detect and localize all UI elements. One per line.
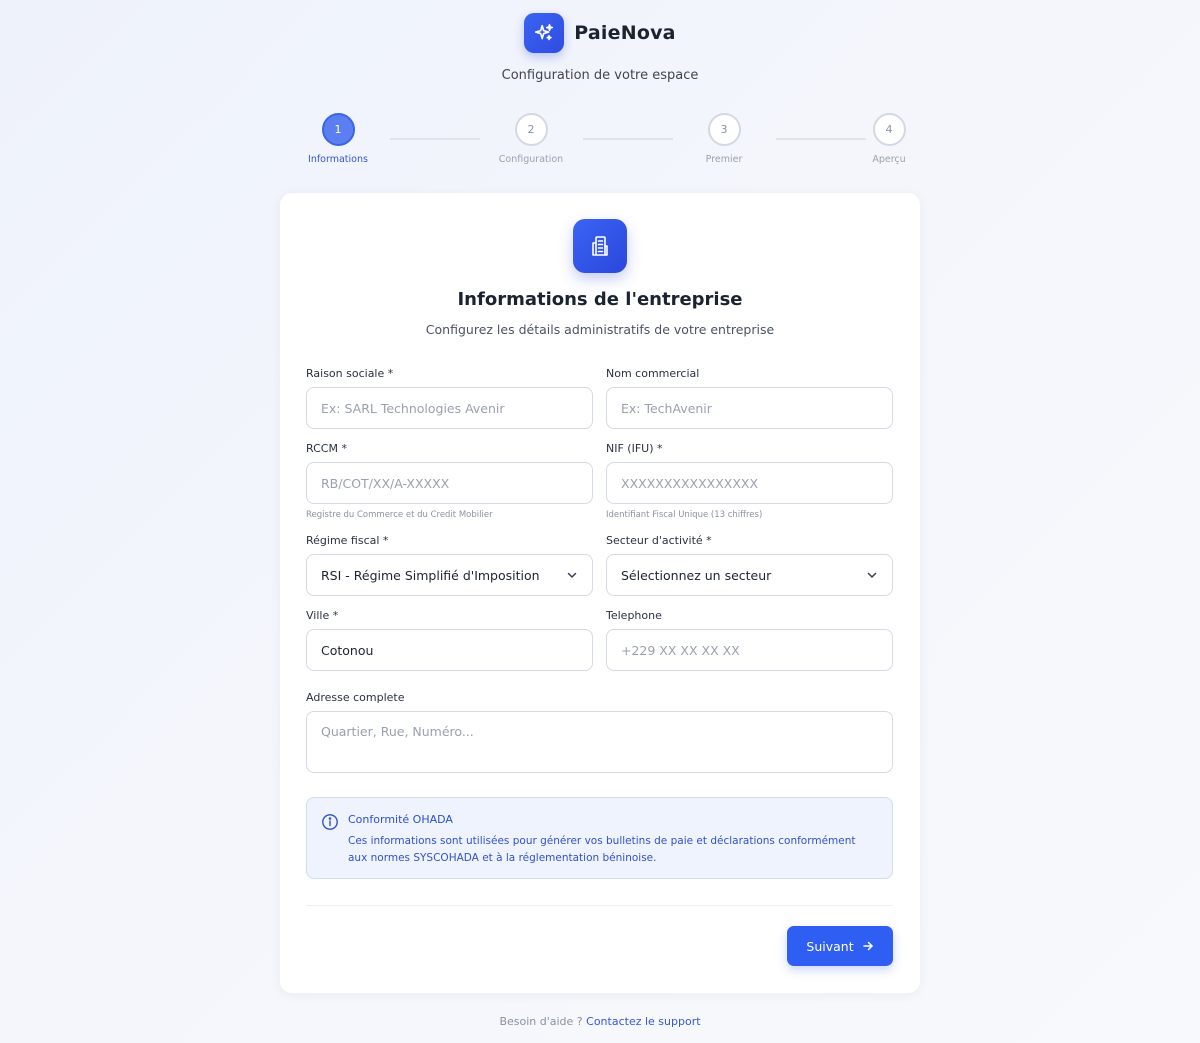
adresse-field: Adresse complete Quartier, Rue, Numéro..…	[306, 691, 893, 773]
next-button-label: Suivant	[806, 938, 854, 954]
field-label: Secteur d'activité *	[606, 534, 712, 547]
arrow-right-icon	[862, 941, 873, 951]
building-icon	[573, 219, 627, 273]
rccm-field: RCCM * RB/COT/XX/A-XXXXX Registre du Com…	[306, 442, 593, 520]
field-hint: Registre du Commerce et du Credit Mobili…	[306, 510, 493, 520]
step-informations[interactable]: 1 Informations	[293, 113, 383, 165]
step-number: 2	[514, 113, 548, 146]
notice-title: Conformité OHADA	[348, 813, 453, 826]
step-apercu[interactable]: 4 Aperçu	[844, 113, 934, 165]
brand-header: PaieNova	[0, 13, 1200, 53]
nif-input[interactable]: XXXXXXXXXXXXXXXX	[606, 462, 893, 504]
rccm-input[interactable]: RB/COT/XX/A-XXXXX	[306, 462, 593, 504]
field-label: Nom commercial	[606, 367, 700, 380]
nom-commercial-field: Nom commercial Ex: TechAvenir	[606, 367, 893, 429]
selected-value: Sélectionnez un secteur	[621, 567, 772, 583]
selected-value: RSI - Régime Simplifié d'Imposition	[321, 567, 540, 583]
chevron-down-icon	[567, 572, 577, 578]
ohada-notice: Conformité OHADA Ces informations sont u…	[306, 797, 893, 879]
raison-sociale-field: Raison sociale * Ex: SARL Technologies A…	[306, 367, 593, 429]
field-label: Raison sociale *	[306, 367, 394, 380]
step-configuration[interactable]: 2 Configuration	[486, 113, 576, 165]
brand-name: PaieNova	[574, 22, 676, 44]
secteur-field: Secteur d'activité * Sélectionnez un sec…	[606, 534, 893, 596]
step-number: 1	[321, 113, 355, 146]
secteur-select[interactable]: Sélectionnez un secteur	[606, 554, 893, 596]
regime-fiscal-select[interactable]: RSI - Régime Simplifié d'Imposition	[306, 554, 593, 596]
field-label: NIF (IFU) *	[606, 442, 663, 455]
regime-fiscal-field: Régime fiscal * RSI - Régime Simplifié d…	[306, 534, 593, 596]
ville-input[interactable]: Cotonou	[306, 629, 593, 671]
step-number: 3	[707, 113, 741, 146]
step-label: Premier	[705, 154, 743, 165]
field-label: Ville *	[306, 609, 339, 622]
contact-support-link[interactable]: Contactez le support	[586, 1015, 700, 1028]
help-text: Besoin d'aide ?	[499, 1015, 583, 1028]
next-button[interactable]: Suivant	[787, 926, 893, 966]
step-label: Informations	[308, 154, 368, 165]
page-subtitle: Configuration de votre espace	[501, 68, 699, 83]
step-label: Configuration	[498, 154, 564, 165]
step-premier[interactable]: 3 Premier	[679, 113, 769, 165]
step-label: Aperçu	[872, 154, 906, 165]
sparkles-icon	[524, 13, 565, 53]
adresse-textarea[interactable]: Quartier, Rue, Numéro...	[306, 711, 893, 773]
field-label: RCCM *	[306, 442, 347, 455]
field-label: Régime fiscal *	[306, 534, 389, 547]
card-title: Informations de l'entreprise	[457, 289, 743, 310]
chevron-down-icon	[867, 572, 877, 578]
divider	[306, 905, 893, 906]
step-connector	[583, 138, 673, 140]
field-hint: Identifiant Fiscal Unique (13 chiffres)	[606, 510, 763, 520]
info-icon	[322, 814, 338, 830]
help-footer: Besoin d'aide ? Contactez le support	[0, 1015, 1200, 1028]
ville-field: Ville * Cotonou	[306, 609, 593, 671]
telephone-field: Telephone +229 XX XX XX XX	[606, 609, 893, 671]
field-label: Telephone	[606, 609, 662, 622]
progress-stepper: 1 Informations 2 Configuration 3 Premier…	[0, 113, 1200, 173]
telephone-input[interactable]: +229 XX XX XX XX	[606, 629, 893, 671]
nif-field: NIF (IFU) * XXXXXXXXXXXXXXXX Identifiant…	[606, 442, 893, 520]
notice-text: Ces informations sont utilisées pour gén…	[348, 835, 856, 864]
field-label: Adresse complete	[306, 691, 405, 704]
step-number: 4	[872, 113, 906, 146]
company-info-card: Informations de l'entreprise Configurez …	[280, 193, 920, 993]
nom-commercial-input[interactable]: Ex: TechAvenir	[606, 387, 893, 429]
card-subtitle: Configurez les détails administratifs de…	[425, 322, 775, 337]
raison-sociale-input[interactable]: Ex: SARL Technologies Avenir	[306, 387, 593, 429]
step-connector	[390, 138, 480, 140]
